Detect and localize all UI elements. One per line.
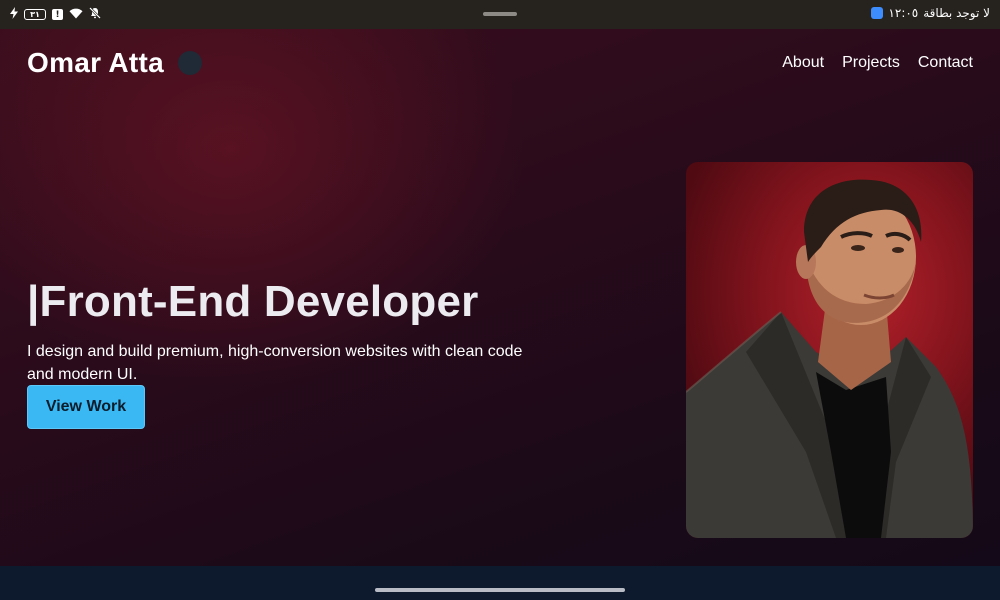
portrait-eye-left	[851, 245, 865, 251]
hero-tagline: I design and build premium, high-convers…	[27, 343, 523, 383]
hero-section: Omar Atta About Projects Contact |Front-…	[0, 29, 1000, 566]
status-bar-handle[interactable]	[483, 12, 517, 16]
wifi-icon	[69, 8, 83, 22]
status-icons-left: ٣١ !	[10, 7, 101, 22]
carrier-text: لا توجد بطاقة	[923, 6, 990, 20]
notifications-muted-icon	[89, 7, 101, 22]
main-nav: About Projects Contact	[782, 54, 973, 72]
status-info-right: لا توجد بطاقة ١٢:٠٥	[871, 6, 990, 20]
theme-toggle-dot[interactable]	[178, 51, 203, 75]
charging-icon	[10, 7, 18, 22]
nav-contact[interactable]: Contact	[918, 54, 973, 72]
brand: Omar Atta	[27, 47, 203, 79]
status-bar: ٣١ ! لا توجد بطاقة ١٢:٠٥	[0, 0, 1000, 29]
app-notification-icon	[871, 7, 884, 19]
alert-icon: !	[52, 9, 63, 20]
view-work-button[interactable]: View Work	[27, 385, 145, 429]
portrait-eye-right	[892, 247, 904, 253]
hero-headline: |Front-End Developer	[27, 277, 479, 326]
profile-portrait	[686, 162, 973, 538]
home-indicator[interactable]	[375, 588, 625, 592]
alert-mark: !	[55, 9, 60, 20]
battery-icon: ٣١	[24, 9, 46, 20]
nav-about[interactable]: About	[782, 54, 824, 72]
brand-name[interactable]: Omar Atta	[27, 47, 164, 79]
nav-projects[interactable]: Projects	[842, 54, 900, 72]
footer-strip	[0, 566, 1000, 600]
clock: ١٢:٠٥	[888, 6, 919, 20]
battery-level: ٣١	[30, 9, 40, 19]
